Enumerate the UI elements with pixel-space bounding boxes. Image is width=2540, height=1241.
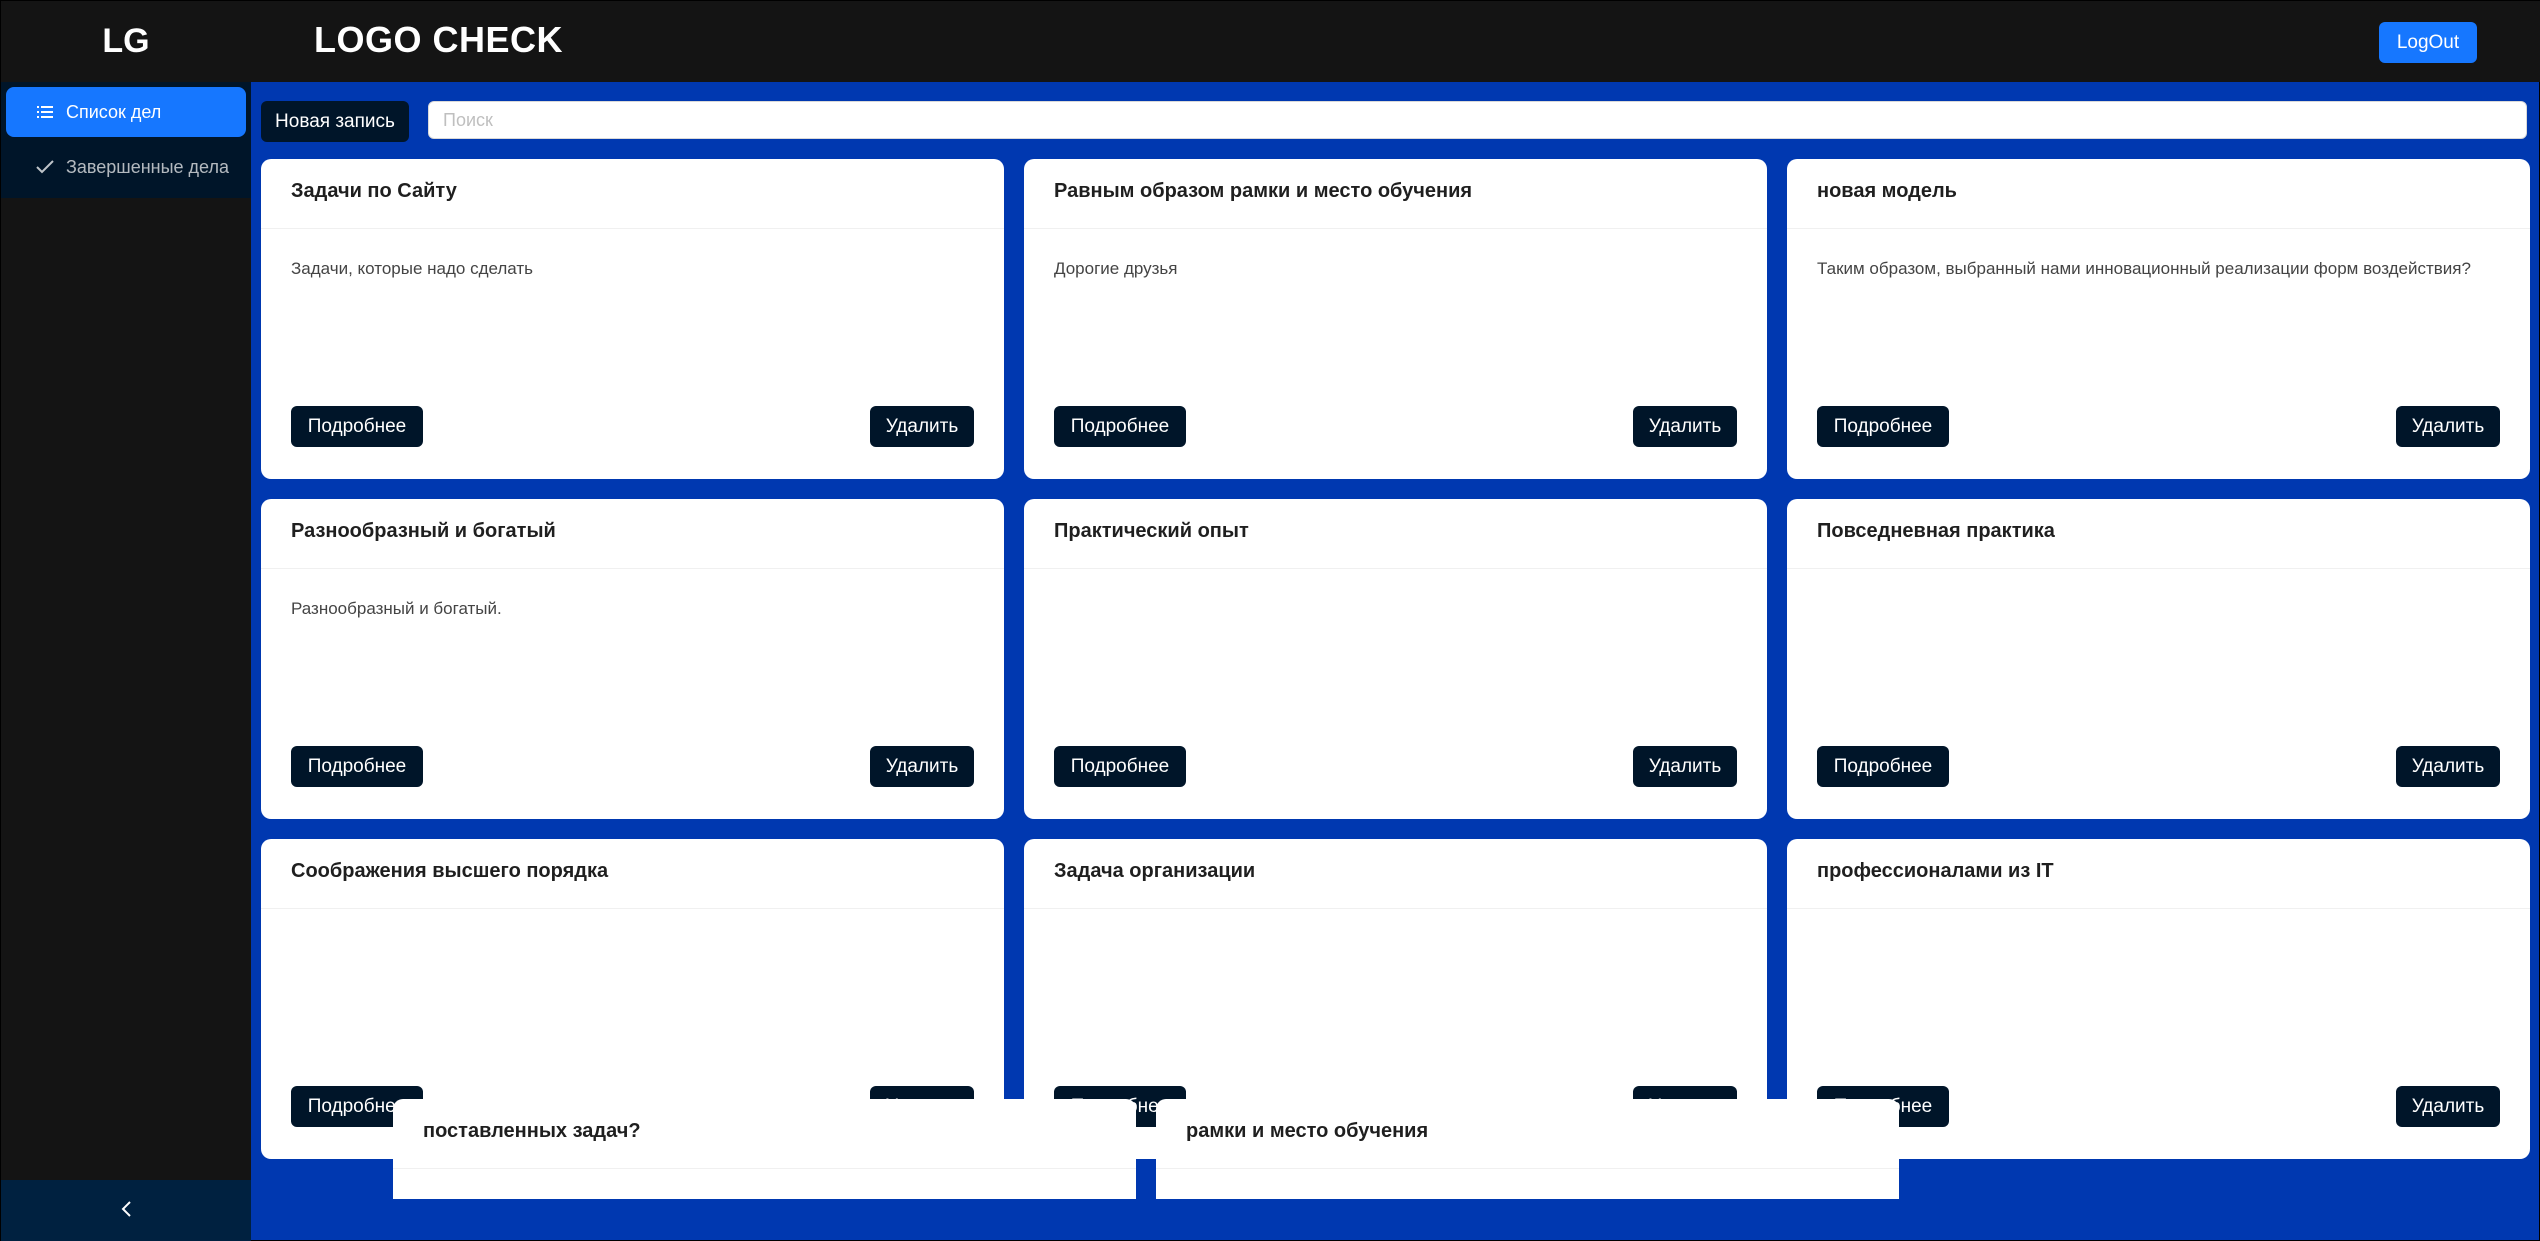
card-title: Соображения высшего порядка xyxy=(261,839,1004,909)
task-card: Повседневная практика Подробнее Удалить xyxy=(1787,499,2530,819)
logout-button[interactable]: LogOut xyxy=(2379,22,2477,63)
card-description xyxy=(1024,569,1767,599)
card-title: поставленных задач? xyxy=(393,1099,1136,1169)
card-description: Таким образом, выбранный нами инновацион… xyxy=(1817,259,2471,278)
details-button[interactable]: Подробнее xyxy=(1817,406,1949,447)
delete-button[interactable]: Удалить xyxy=(2396,746,2500,787)
delete-button[interactable]: Удалить xyxy=(2396,406,2500,447)
app-title: LOGO CHECK xyxy=(314,19,564,60)
delete-button[interactable]: Удалить xyxy=(1633,406,1737,447)
details-button[interactable]: Подробнее xyxy=(1054,746,1186,787)
card-description: Задачи, которые надо сделать xyxy=(291,259,534,278)
card-title: Разнообразный и богатый xyxy=(261,499,1004,569)
card-title: профессионалами из IT xyxy=(1787,839,2530,909)
card-description xyxy=(1787,569,2530,599)
sidebar-item-label: Завершенные дела xyxy=(66,156,229,177)
sidebar: Список дел Завершенные дела xyxy=(1,82,251,1241)
sidebar-collapse-button[interactable] xyxy=(1,1180,251,1241)
delete-button[interactable]: Удалить xyxy=(1633,746,1737,787)
cards-grid: Задачи по Сайту Задачи, которые надо сде… xyxy=(261,159,2531,1159)
card-description: Дорогие друзья xyxy=(1054,259,1178,278)
card-description: Разнообразный и богатый. xyxy=(291,599,502,618)
app-header: LG LOGO CHECK LogOut xyxy=(1,1,2540,82)
logo: LG xyxy=(102,22,150,60)
main-content: Новая запись Задачи по Сайту Задачи, кот… xyxy=(251,82,2540,1241)
card-title: Задача организации xyxy=(1024,839,1767,909)
sidebar-item-label: Список дел xyxy=(66,101,162,122)
delete-button[interactable]: Удалить xyxy=(870,746,974,787)
cards-partial-row: поставленных задач? рамки и место обучен… xyxy=(393,1099,1899,1199)
check-icon xyxy=(34,160,56,174)
task-card: Практический опыт Подробнее Удалить xyxy=(1024,499,1767,819)
card-title: Задачи по Сайту xyxy=(261,159,1004,229)
delete-button[interactable]: Удалить xyxy=(870,406,974,447)
card-description xyxy=(1787,909,2530,939)
new-entry-button[interactable]: Новая запись xyxy=(261,101,409,142)
card-title: Практический опыт xyxy=(1024,499,1767,569)
task-card: Задачи по Сайту Задачи, которые надо сде… xyxy=(261,159,1004,479)
details-button[interactable]: Подробнее xyxy=(1817,746,1949,787)
card-title: новая модель xyxy=(1787,159,2530,229)
sidebar-item-todo-list[interactable]: Список дел xyxy=(6,87,246,137)
delete-button[interactable]: Удалить xyxy=(2396,1086,2500,1127)
task-card: Равным образом рамки и место обучения До… xyxy=(1024,159,1767,479)
chevron-left-icon xyxy=(120,1200,132,1223)
card-title: Равным образом рамки и место обучения xyxy=(1024,159,1767,229)
list-icon xyxy=(34,105,56,119)
card-title: Повседневная практика xyxy=(1787,499,2530,569)
search-input[interactable] xyxy=(428,101,2527,139)
card-description xyxy=(261,909,1004,939)
task-card: рамки и место обучения xyxy=(1156,1099,1899,1199)
card-description xyxy=(1024,909,1767,939)
task-card: поставленных задач? xyxy=(393,1099,1136,1199)
task-card: новая модель Таким образом, выбранный на… xyxy=(1787,159,2530,479)
details-button[interactable]: Подробнее xyxy=(291,746,423,787)
sidebar-menu: Список дел Завершенные дела xyxy=(1,82,251,198)
sidebar-item-completed[interactable]: Завершенные дела xyxy=(6,142,246,192)
details-button[interactable]: Подробнее xyxy=(291,406,423,447)
details-button[interactable]: Подробнее xyxy=(1054,406,1186,447)
card-title: рамки и место обучения xyxy=(1156,1099,1899,1169)
task-card: Разнообразный и богатый Разнообразный и … xyxy=(261,499,1004,819)
